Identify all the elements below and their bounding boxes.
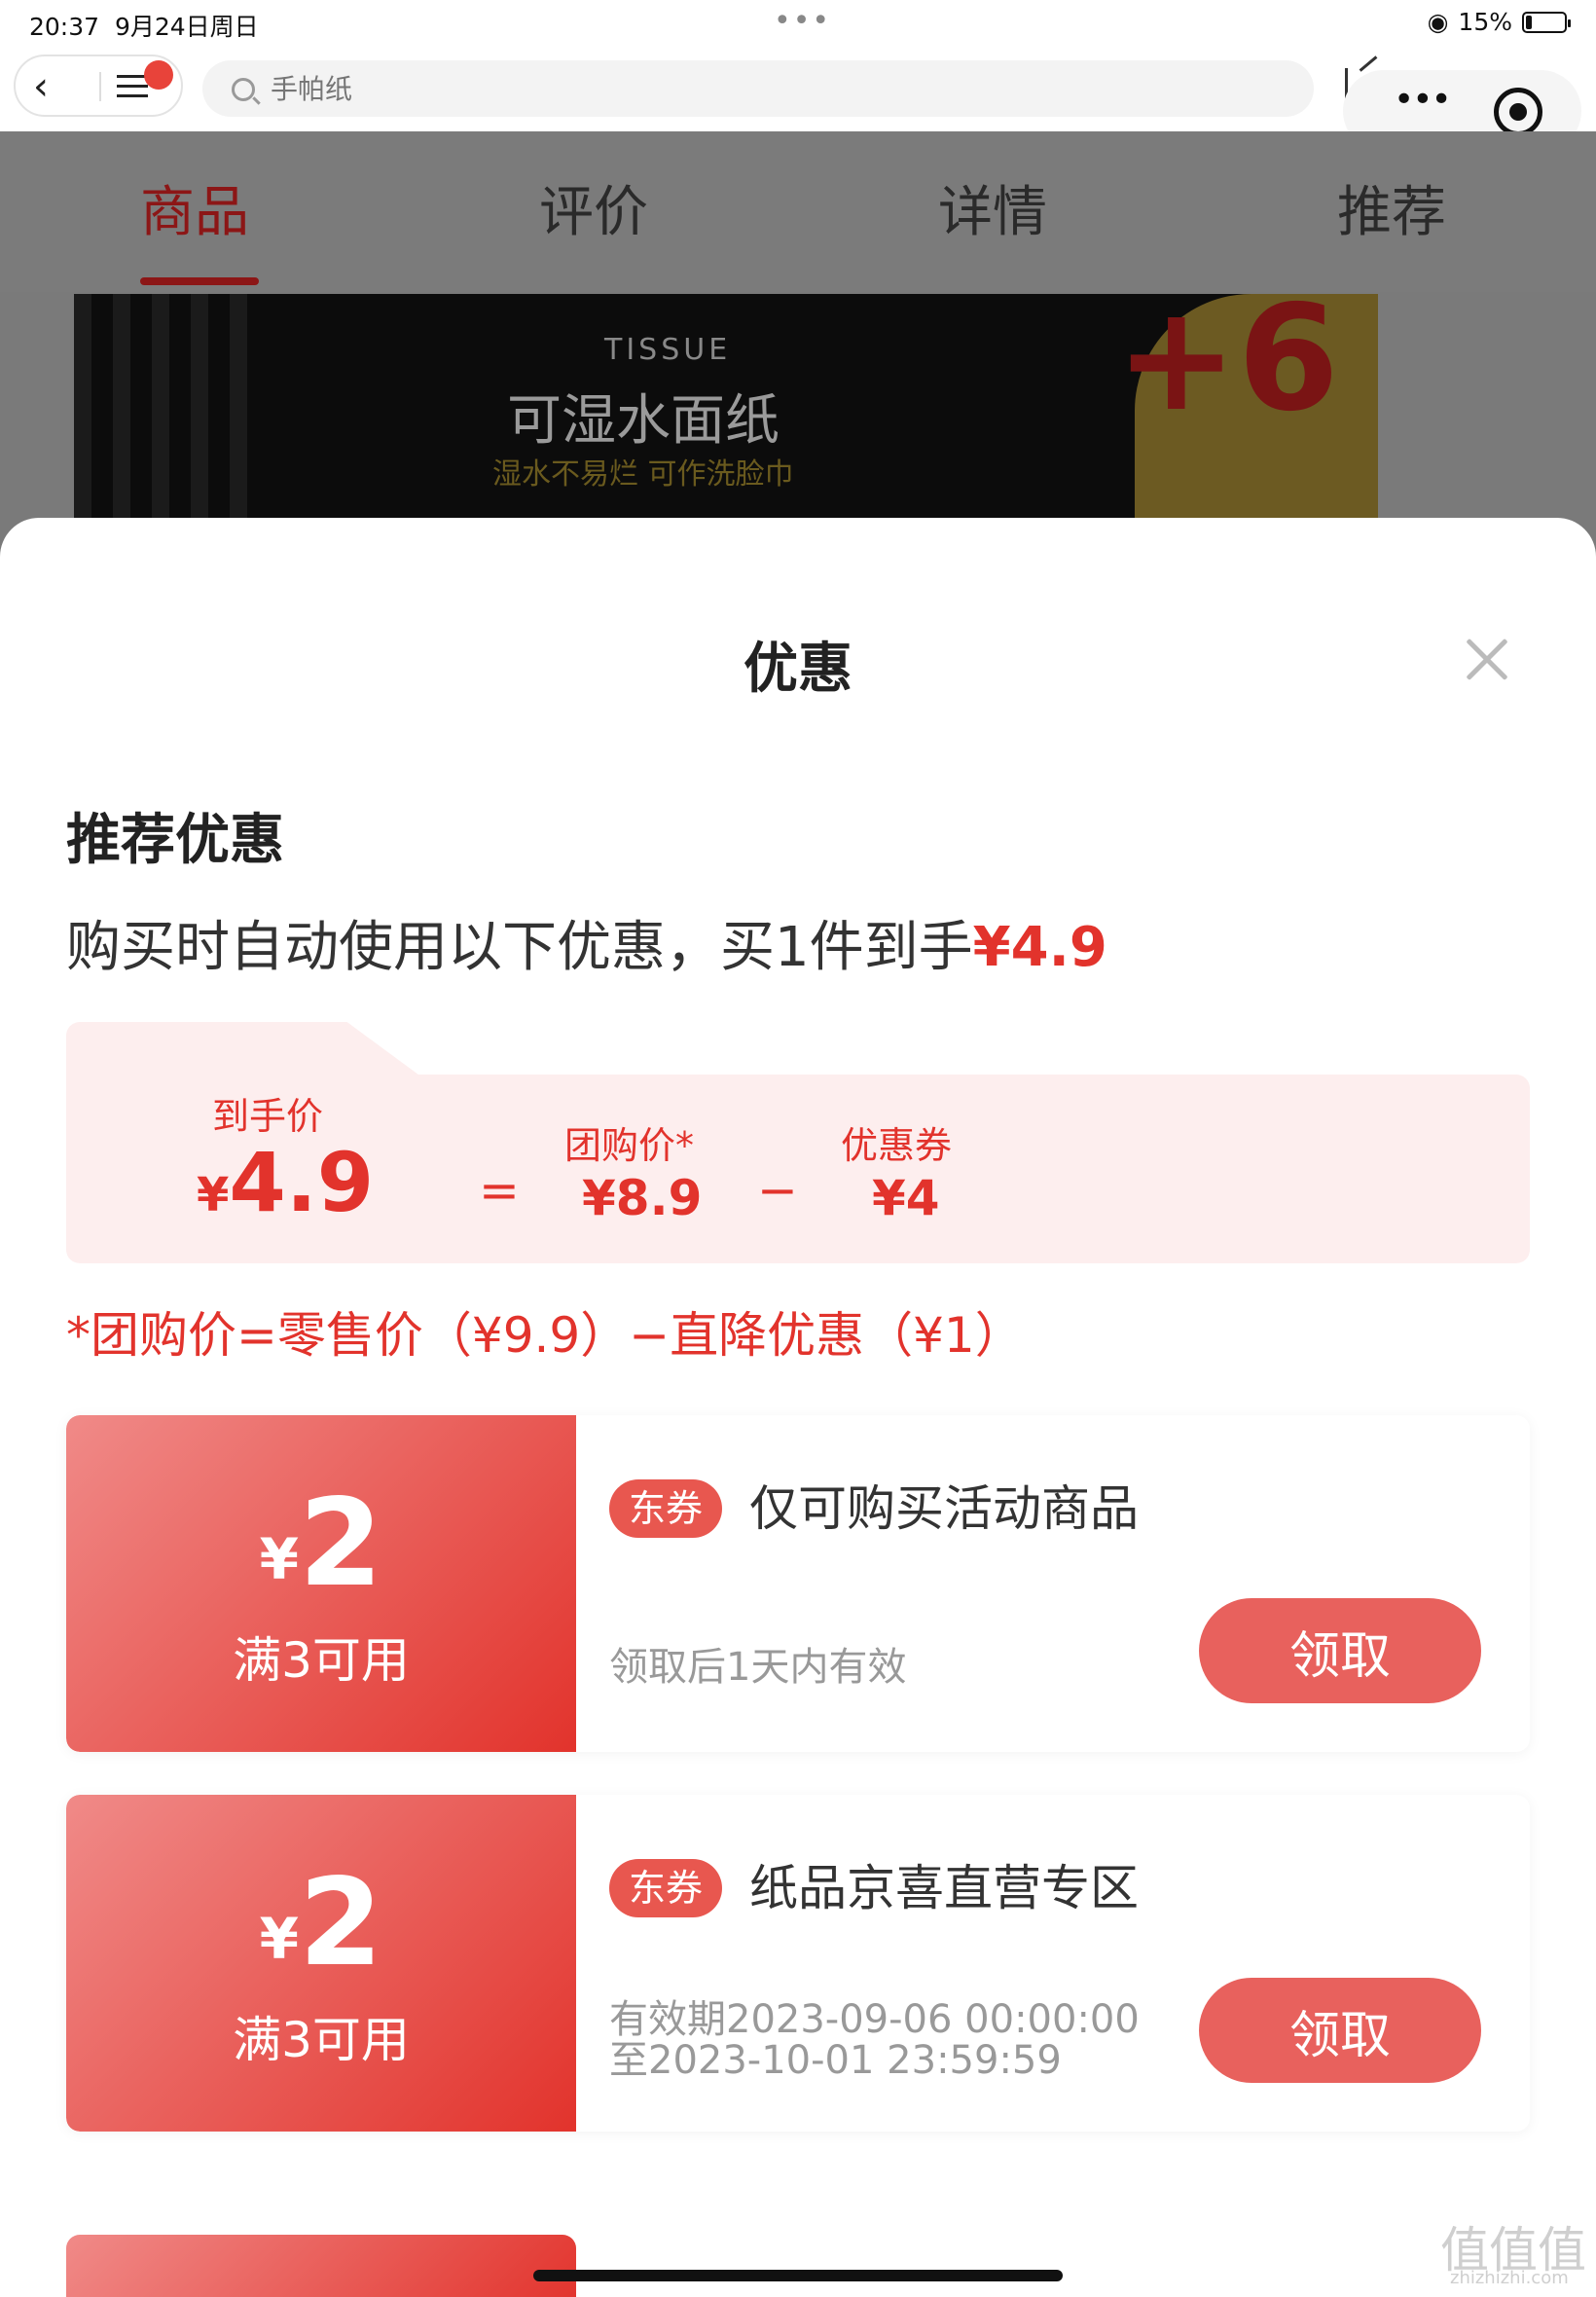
battery-percent: 15% — [1458, 8, 1512, 36]
more-icon[interactable]: ••• — [1394, 80, 1452, 120]
coupon-value-panel: ¥2 满3可用 — [66, 1795, 576, 2132]
coupon-condition: 满3可用 — [233, 2012, 410, 2068]
minus-sign: − — [757, 1162, 798, 1219]
search-input[interactable] — [271, 60, 1283, 117]
tab-details[interactable]: 详情 — [938, 168, 1047, 247]
active-tab-indicator — [140, 277, 259, 285]
tab-product[interactable]: 商品 — [140, 168, 249, 247]
group-price-value: ¥8.9 — [582, 1170, 703, 1226]
watermark-url: zhizhizhi.com — [1450, 2268, 1569, 2288]
final-price-label: 到手价 — [212, 1095, 324, 1138]
nav-divider — [99, 72, 101, 101]
nav-pill: ‹ — [14, 55, 183, 117]
product-tissue-text: TISSUE — [604, 333, 732, 367]
nav-bar: ‹ ••• — [0, 49, 1596, 152]
coupon-label: 优惠券 — [841, 1124, 953, 1167]
coupon-type-tag: 东券 — [609, 1479, 723, 1538]
status-time: 20:37 9月24日周日 — [29, 13, 259, 41]
coupon-title: 仅可购买活动商品 — [749, 1480, 1139, 1537]
battery-icon — [1522, 11, 1571, 33]
coupon-value: ¥4 — [872, 1170, 940, 1226]
status-indicators: ◉ 15% — [1427, 8, 1571, 36]
product-badge: +6 — [1114, 294, 1339, 444]
discount-sheet: 优惠 推荐优惠 购买时自动使用以下优惠，买1件到手¥4.9 到手价 ¥4.9 =… — [0, 518, 1596, 2297]
tab-bar: 商品 评价 详情 推荐 — [0, 131, 1596, 292]
status-dots: ••• — [774, 4, 832, 38]
product-image: +6 TISSUE 可湿水面纸 湿水不易烂 可作洗脸巾 — [74, 294, 1378, 528]
coupon-validity: 领取后1天内有效 — [609, 1645, 907, 1690]
tab-recommend[interactable]: 推荐 — [1337, 168, 1446, 247]
coupon-card: ¥2 满3可用 东券 纸品京喜直营专区 有效期2023-09-06 00:00:… — [66, 1795, 1530, 2132]
home-indicator — [533, 2270, 1063, 2281]
claim-button[interactable]: 领取 — [1199, 1598, 1481, 1703]
coupon-condition: 满3可用 — [233, 1632, 410, 1689]
coupon-type-tag: 东券 — [609, 1859, 723, 1917]
price-note: *团购价=零售价（¥9.9）−直降优惠（¥1） — [66, 1307, 1024, 1364]
tab-reviews[interactable]: 评价 — [539, 168, 648, 247]
coupon-value-panel: ¥2 满3可用 — [66, 1415, 576, 1752]
search-icon — [232, 78, 255, 101]
coupon-validity-start: 有效期2023-09-06 00:00:00 — [609, 1997, 1140, 2042]
coupon-card-partial — [66, 2235, 576, 2297]
recommend-price: ¥4.9 — [972, 916, 1107, 979]
notification-badge — [144, 60, 173, 90]
group-price-label: 团购价* — [564, 1124, 695, 1167]
coupon-amount: ¥2 — [259, 1474, 383, 1614]
search-bar[interactable] — [202, 60, 1314, 117]
back-icon[interactable]: ‹ — [33, 64, 49, 109]
equals-sign: = — [479, 1162, 520, 1219]
claim-button[interactable]: 领取 — [1199, 1978, 1481, 2083]
wifi-icon: ◉ — [1427, 8, 1449, 36]
close-mini-program-icon[interactable] — [1494, 88, 1542, 136]
product-package-title: 可湿水面纸 — [507, 389, 780, 453]
close-icon[interactable] — [1460, 633, 1514, 687]
price-breakdown: 到手价 ¥4.9 = 团购价* ¥8.9 − 优惠券 ¥4 — [66, 1022, 1530, 1263]
sheet-title: 优惠 — [744, 638, 852, 701]
status-bar: 20:37 9月24日周日 ••• ◉ 15% — [0, 0, 1596, 49]
recommend-title: 推荐优惠 — [66, 809, 284, 872]
recommend-description: 购买时自动使用以下优惠，买1件到手¥4.9 — [66, 916, 1107, 979]
package-side — [74, 294, 259, 528]
final-price-value: ¥4.9 — [197, 1135, 375, 1230]
product-package-subtitle: 湿水不易烂 可作洗脸巾 — [492, 457, 794, 492]
coupon-validity-end: 至2023-10-01 23:59:59 — [609, 2038, 1062, 2083]
coupon-card: ¥2 满3可用 东券 仅可购买活动商品 领取后1天内有效 领取 — [66, 1415, 1530, 1752]
coupon-amount: ¥2 — [259, 1853, 383, 1993]
coupon-title: 纸品京喜直营专区 — [749, 1860, 1139, 1916]
